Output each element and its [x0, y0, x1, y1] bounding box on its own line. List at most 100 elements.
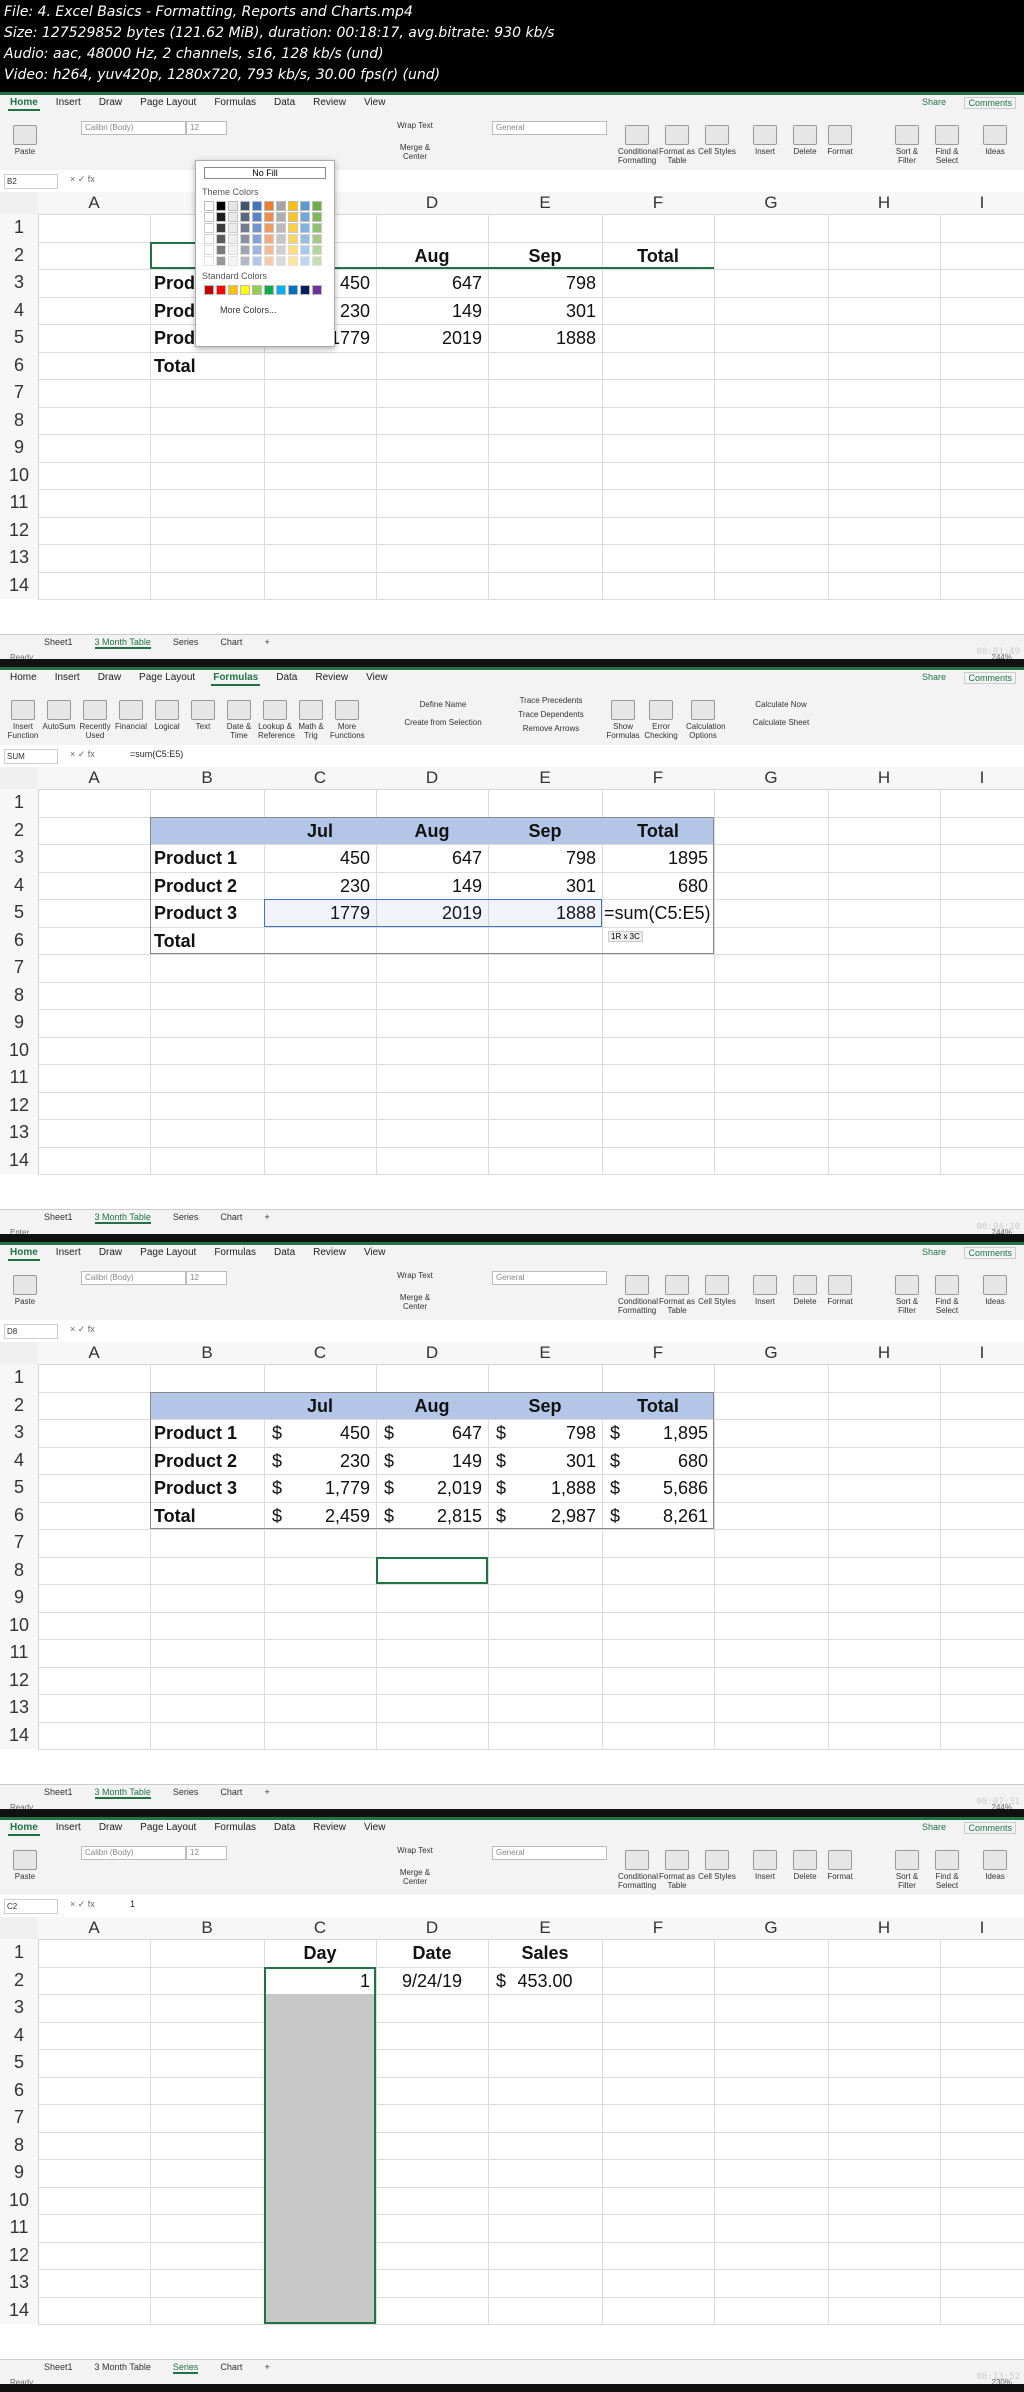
- tab-review[interactable]: Review: [311, 1822, 348, 1836]
- color-swatch[interactable]: [300, 212, 310, 222]
- color-swatch[interactable]: [204, 234, 214, 244]
- row-header[interactable]: 2: [0, 241, 39, 269]
- tab-insert[interactable]: Insert: [54, 1247, 83, 1261]
- row-header[interactable]: 5: [0, 324, 39, 352]
- row-header[interactable]: 6: [0, 926, 39, 954]
- add-sheet-button[interactable]: +: [264, 1787, 269, 1799]
- color-swatch[interactable]: [300, 245, 310, 255]
- row-header[interactable]: 12: [0, 1091, 39, 1119]
- ribbon-btn-format[interactable]: Format: [821, 1850, 859, 1881]
- color-swatch[interactable]: [276, 234, 286, 244]
- column-header-c[interactable]: C: [264, 1917, 376, 1940]
- column-header-f[interactable]: F: [602, 1917, 714, 1940]
- row-header[interactable]: 7: [0, 1529, 39, 1557]
- row-header[interactable]: 13: [0, 2269, 39, 2297]
- sheet-tab-sheet1[interactable]: Sheet1: [44, 637, 73, 649]
- tab-draw[interactable]: Draw: [97, 97, 124, 111]
- tab-review[interactable]: Review: [311, 1247, 348, 1261]
- tab-page-layout[interactable]: Page Layout: [138, 97, 198, 111]
- column-header-g[interactable]: G: [714, 1342, 828, 1365]
- color-swatch[interactable]: [288, 285, 298, 295]
- tab-page-layout[interactable]: Page Layout: [138, 1247, 198, 1261]
- ribbon-btn-ideas[interactable]: Ideas: [976, 125, 1014, 156]
- font-size-box[interactable]: 12: [186, 121, 227, 135]
- cell[interactable]: 2019: [376, 328, 482, 349]
- tab-home[interactable]: Home: [8, 1247, 40, 1261]
- ribbon-btn-insert[interactable]: Insert: [746, 1275, 784, 1306]
- color-swatch[interactable]: [228, 212, 238, 222]
- cell[interactable]: Day: [264, 1943, 376, 1964]
- column-header-c[interactable]: C: [264, 767, 376, 790]
- row-header[interactable]: 7: [0, 379, 39, 407]
- column-header-h[interactable]: H: [828, 192, 940, 215]
- share-button[interactable]: Share: [922, 672, 946, 682]
- color-swatch[interactable]: [216, 223, 226, 233]
- color-swatch[interactable]: [276, 223, 286, 233]
- name-box[interactable]: D8: [4, 1324, 58, 1339]
- ribbon-btn-delete[interactable]: Delete: [786, 1275, 824, 1306]
- row-header[interactable]: 1: [0, 1939, 39, 1967]
- fx-icon[interactable]: × ✓ fx: [70, 1324, 95, 1335]
- column-header-e[interactable]: E: [488, 192, 602, 215]
- row-header[interactable]: 3: [0, 844, 39, 872]
- tab-formulas[interactable]: Formulas: [212, 1822, 258, 1836]
- ribbon-btn-delete[interactable]: Delete: [786, 125, 824, 156]
- color-swatch[interactable]: [264, 201, 274, 211]
- column-header-b[interactable]: B: [150, 1917, 264, 1940]
- tab-view[interactable]: View: [364, 672, 390, 686]
- column-header-c[interactable]: C: [264, 1342, 376, 1365]
- font-name-box[interactable]: Calibri (Body): [81, 1271, 186, 1285]
- column-header-d[interactable]: D: [376, 1917, 488, 1940]
- ribbon-btn-define-name[interactable]: Define Name: [398, 700, 488, 709]
- sheet-tab-3-month-table[interactable]: 3 Month Table: [94, 1787, 151, 1799]
- color-swatch[interactable]: [276, 285, 286, 295]
- color-swatch[interactable]: [288, 256, 298, 266]
- color-swatch[interactable]: [264, 256, 274, 266]
- column-header-g[interactable]: G: [714, 1917, 828, 1940]
- number-format-box[interactable]: General: [492, 1271, 607, 1285]
- ribbon-btn-calculation-options[interactable]: Calculation Options: [686, 700, 726, 740]
- cell[interactable]: 798: [488, 273, 596, 294]
- color-swatch[interactable]: [240, 256, 250, 266]
- tab-draw[interactable]: Draw: [97, 1247, 124, 1261]
- font-size-box[interactable]: 12: [186, 1271, 227, 1285]
- share-button[interactable]: Share: [922, 1247, 946, 1257]
- color-swatch[interactable]: [240, 285, 250, 295]
- tab-home[interactable]: Home: [8, 1822, 40, 1836]
- column-header-a[interactable]: A: [38, 1342, 150, 1365]
- color-swatch[interactable]: [264, 245, 274, 255]
- row-header[interactable]: 1: [0, 789, 39, 817]
- color-swatch[interactable]: [252, 234, 262, 244]
- ribbon-btn-remove-arrows[interactable]: Remove Arrows: [506, 724, 596, 733]
- ribbon-btn-insert[interactable]: Insert: [746, 1850, 784, 1881]
- row-header[interactable]: 8: [0, 2131, 39, 2159]
- name-box[interactable]: SUM: [4, 749, 58, 764]
- row-header[interactable]: 10: [0, 1036, 39, 1064]
- ribbon-btn-lookup-reference[interactable]: Lookup & Reference: [258, 700, 295, 740]
- column-header-i[interactable]: I: [940, 192, 1024, 215]
- color-swatch[interactable]: [216, 212, 226, 222]
- color-swatch[interactable]: [312, 212, 322, 222]
- row-header[interactable]: 4: [0, 1446, 39, 1474]
- color-swatch[interactable]: [264, 223, 274, 233]
- add-sheet-button[interactable]: +: [264, 1212, 269, 1224]
- color-swatch[interactable]: [228, 245, 238, 255]
- ribbon-btn-wrap-text[interactable]: Wrap Text: [396, 121, 434, 130]
- cell[interactable]: 647: [376, 273, 482, 294]
- color-swatch[interactable]: [276, 256, 286, 266]
- row-header[interactable]: 5: [0, 899, 39, 927]
- row-header[interactable]: 6: [0, 351, 39, 379]
- ribbon-btn-cell-styles[interactable]: Cell Styles: [698, 125, 736, 156]
- ribbon-btn-format-as-table[interactable]: Format as Table: [658, 125, 696, 165]
- ribbon-btn-logical[interactable]: Logical: [150, 700, 184, 731]
- color-swatch[interactable]: [300, 201, 310, 211]
- tab-insert[interactable]: Insert: [54, 97, 83, 111]
- ribbon-btn-paste[interactable]: Paste: [6, 125, 44, 156]
- row-header[interactable]: 5: [0, 2049, 39, 2077]
- column-header-h[interactable]: H: [828, 767, 940, 790]
- tab-data[interactable]: Data: [274, 672, 299, 686]
- color-swatch[interactable]: [252, 285, 262, 295]
- ribbon-btn-financial[interactable]: Financial: [114, 700, 148, 731]
- row-header[interactable]: 12: [0, 2241, 39, 2269]
- tab-formulas[interactable]: Formulas: [212, 1247, 258, 1261]
